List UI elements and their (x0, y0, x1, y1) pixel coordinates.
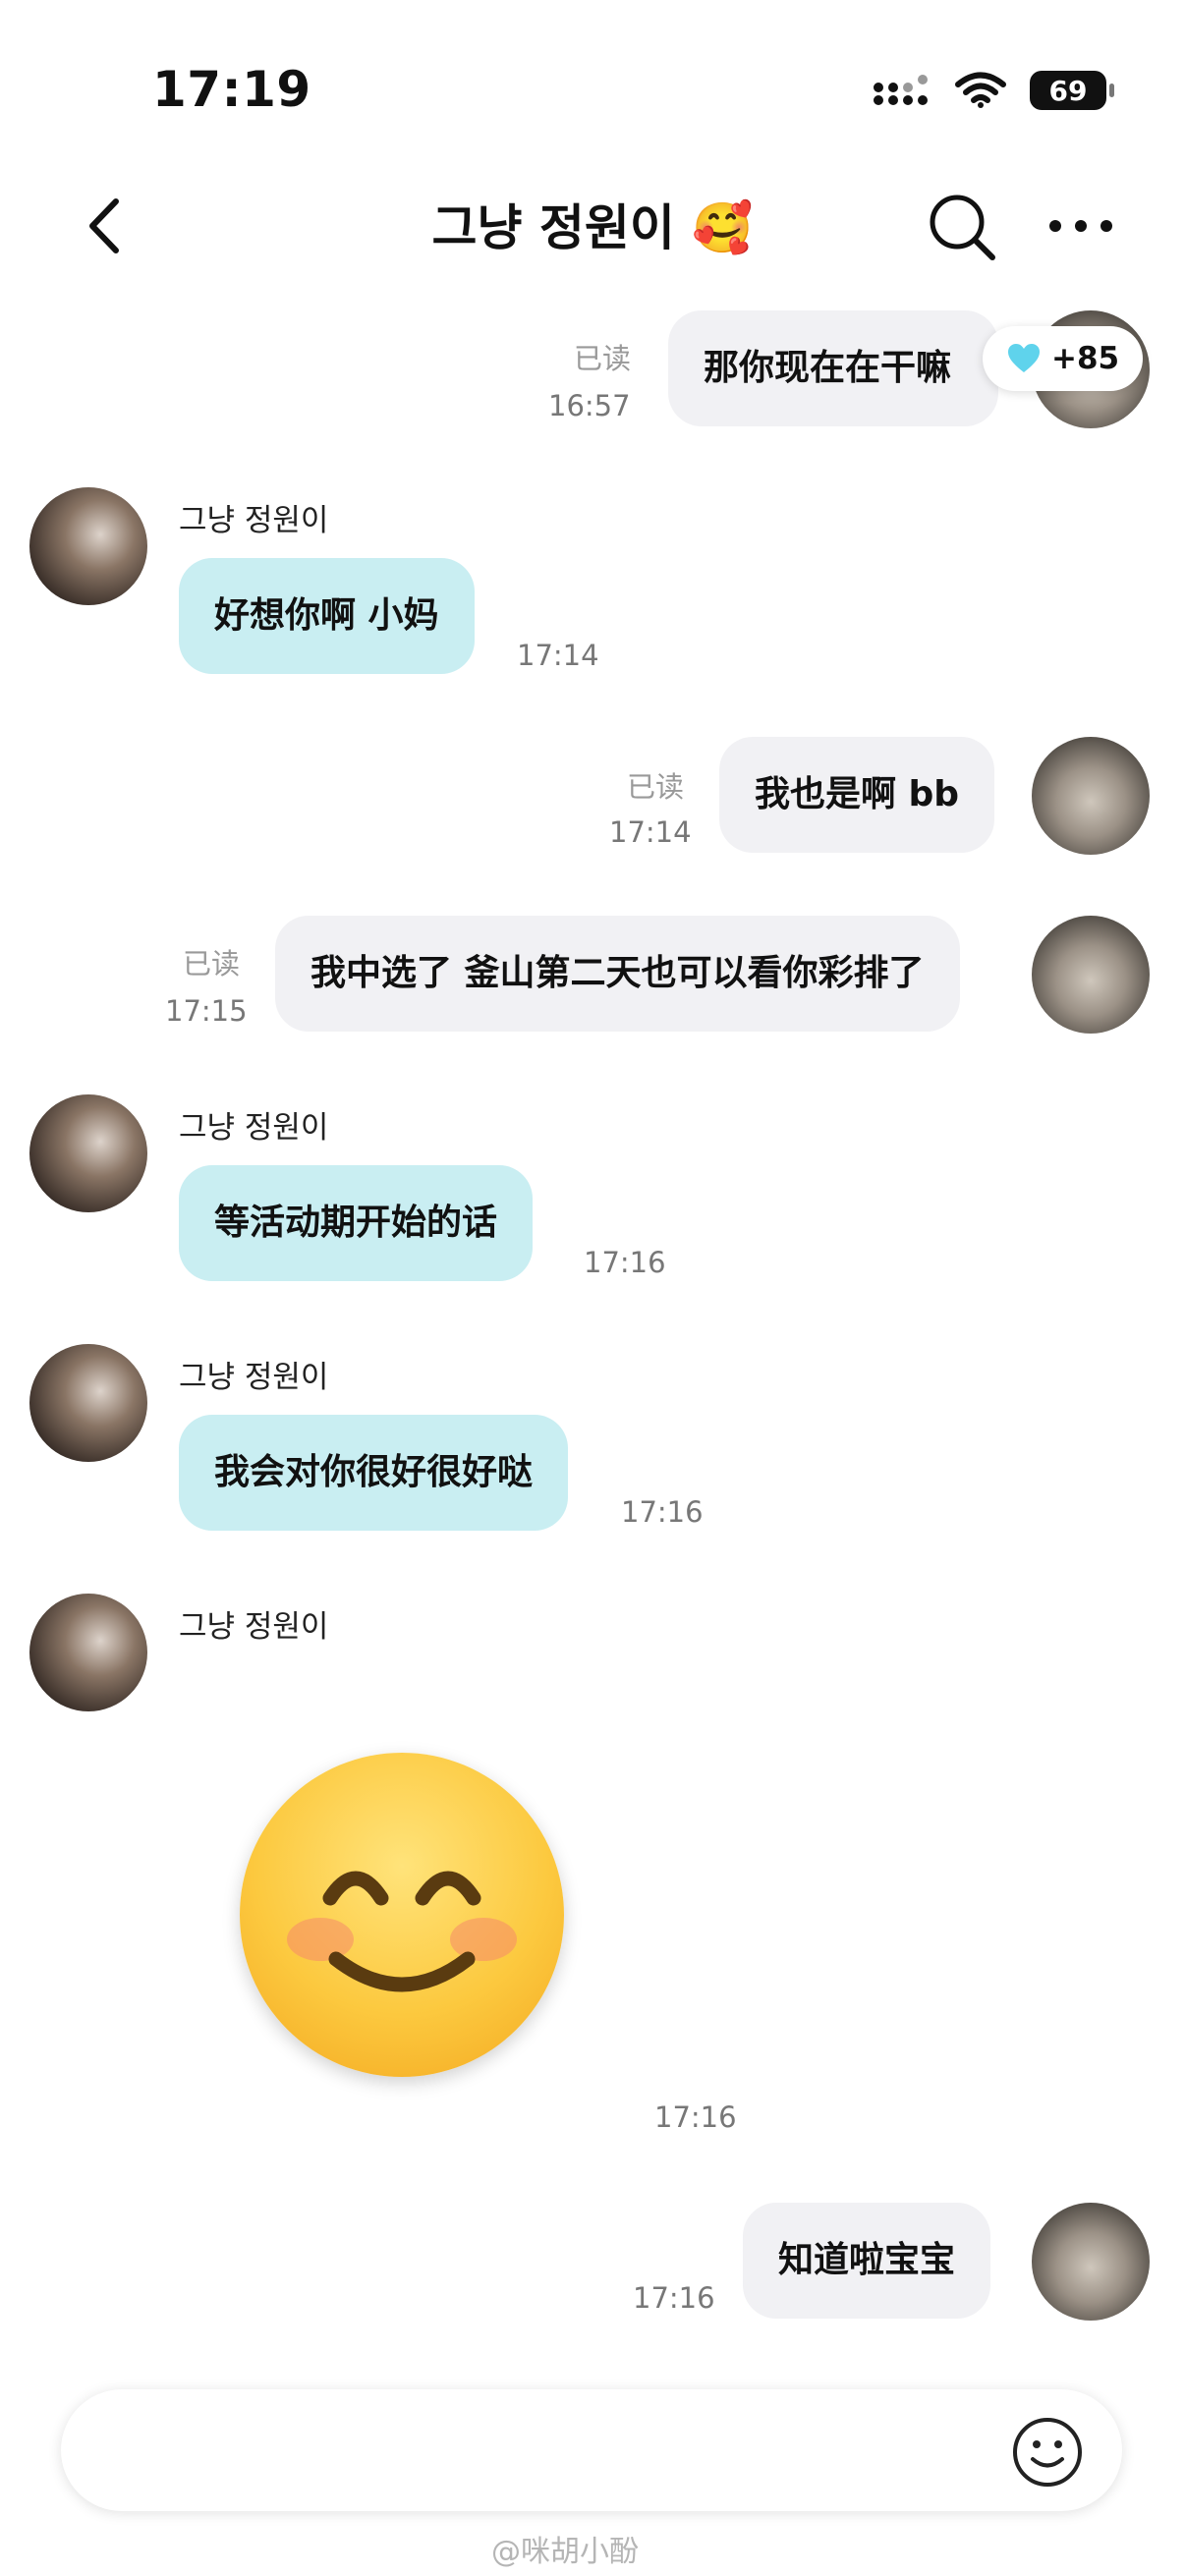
reaction-count: +85 (1051, 341, 1120, 376)
my-avatar[interactable] (1032, 737, 1150, 855)
contact-avatar[interactable] (29, 1594, 147, 1711)
reaction-badge[interactable]: +85 (983, 326, 1144, 391)
message-timestamp: 17:15 (165, 994, 248, 1028)
read-receipt: 已读 (574, 342, 632, 375)
sender-name: 그냥 정원이 (179, 1110, 329, 1146)
sender-name: 그냥 정원이 (179, 1360, 329, 1395)
search-icon (930, 195, 995, 260)
status-time: 17:19 (152, 61, 311, 118)
message-bubble[interactable]: 那你现在在干嘛 (668, 310, 998, 426)
more-horizontal-icon (1049, 220, 1112, 232)
emoji-icon (1013, 2418, 1082, 2487)
message-timestamp: 17:14 (517, 639, 599, 672)
battery-indicator: 69 (1030, 71, 1114, 110)
message-bubble[interactable]: 知道啦宝宝 (743, 2203, 991, 2319)
search-button[interactable] (924, 189, 1002, 267)
message-timestamp: 17:16 (584, 1246, 666, 1279)
message-bubble[interactable]: 我也是啊 bb (719, 737, 995, 853)
message-timestamp: 16:57 (548, 389, 631, 422)
sender-name: 그냥 정원이 (179, 503, 329, 538)
message-bubble[interactable]: 等活动期开始的话 (179, 1165, 534, 1281)
message-timestamp: 17:14 (609, 815, 692, 849)
wifi-icon (955, 72, 1006, 108)
read-receipt: 已读 (627, 770, 685, 804)
emoji-button[interactable] (1010, 2415, 1085, 2490)
message-input[interactable] (61, 2389, 1122, 2511)
smiling-face-icon (287, 1871, 517, 1992)
contact-avatar[interactable] (29, 1094, 147, 1212)
message-bubble[interactable]: 我中选了 釜山第二天也可以看你彩排了 (275, 916, 960, 1032)
message-timestamp: 17:16 (621, 1495, 704, 1529)
smiling-face-emoji-sticker[interactable] (240, 1753, 564, 2077)
read-receipt: 已读 (183, 947, 241, 980)
contact-avatar[interactable] (29, 487, 147, 605)
heart-icon (1008, 344, 1040, 372)
message-timestamp: 17:16 (654, 2100, 737, 2134)
message-timestamp: 17:16 (633, 2281, 715, 2315)
my-avatar[interactable] (1032, 2203, 1150, 2321)
sender-name: 그냥 정원이 (179, 1609, 329, 1645)
cellular-signal-icon (874, 75, 928, 105)
message-bubble[interactable]: 好想你啊 小妈 (179, 558, 475, 674)
more-options-button[interactable] (1042, 196, 1120, 255)
contact-avatar[interactable] (29, 1344, 147, 1462)
watermark: @咪胡小酚 (491, 2535, 639, 2569)
chat-title: 그냥 정원이 🥰 (431, 199, 754, 256)
message-bubble[interactable]: 我会对你很好很好哒 (179, 1415, 569, 1531)
status-icons: 69 (873, 71, 1114, 110)
my-avatar[interactable] (1032, 916, 1150, 1034)
